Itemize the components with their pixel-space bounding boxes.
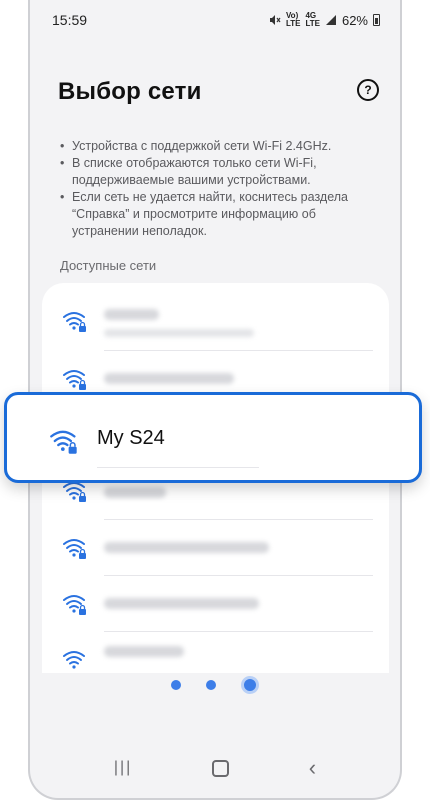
help-icon[interactable]: ? xyxy=(357,79,379,101)
volte-icon: Vo) LTE xyxy=(285,11,301,28)
network-subtitle-obscured xyxy=(104,329,254,337)
navigation-bar: ||| ‹ xyxy=(30,748,400,788)
network-name-obscured xyxy=(104,542,269,553)
battery-icon xyxy=(373,14,380,26)
recent-apps-button[interactable]: ||| xyxy=(114,759,132,777)
home-button[interactable] xyxy=(212,759,230,777)
network-item[interactable] xyxy=(42,632,389,673)
status-time: 15:59 xyxy=(52,12,88,28)
mute-icon xyxy=(269,15,281,25)
page-dot[interactable] xyxy=(206,680,216,690)
info-list: Устройства с поддержкой сети Wi-Fi 2.4GH… xyxy=(58,138,378,240)
wifi-icon xyxy=(63,651,85,669)
wifi-lock-icon xyxy=(63,539,86,559)
wifi-lock-icon xyxy=(63,595,86,615)
wifi-lock-icon xyxy=(63,370,86,390)
network-name: My S24 xyxy=(97,427,165,449)
info-item: В списке отображаются только сети Wi-Fi,… xyxy=(58,155,378,189)
signal-icon xyxy=(325,15,336,25)
wifi-lock-icon xyxy=(63,312,86,332)
page-indicator xyxy=(30,676,400,694)
lte-4g-icon: 4G LTE xyxy=(305,11,320,28)
page-dot[interactable] xyxy=(171,680,181,690)
battery-percent: 62% xyxy=(341,12,368,28)
status-bar: 15:59 Vo) LTE 4G LTE 62% xyxy=(30,0,400,40)
back-button[interactable]: ‹ xyxy=(309,755,316,781)
page-title: Выбор сети xyxy=(58,78,202,105)
section-label: Доступные сети xyxy=(60,258,157,273)
network-item[interactable] xyxy=(42,520,389,576)
info-item: Если сеть не удается найти, коснитесь ра… xyxy=(58,189,378,240)
network-item[interactable] xyxy=(42,293,389,349)
network-name-obscured xyxy=(104,646,184,657)
network-item[interactable] xyxy=(42,576,389,632)
network-name-obscured xyxy=(104,373,234,384)
status-icons: Vo) LTE 4G LTE 62% xyxy=(269,12,380,28)
divider xyxy=(97,467,259,468)
info-item: Устройства с поддержкой сети Wi-Fi 2.4GH… xyxy=(58,138,378,155)
network-name-obscured xyxy=(104,309,159,320)
highlighted-network-item[interactable]: My S24 xyxy=(4,392,422,483)
network-name-obscured xyxy=(104,598,259,609)
page-dot-active[interactable] xyxy=(241,676,259,694)
network-name-obscured xyxy=(104,487,166,498)
wifi-lock-icon xyxy=(50,430,77,454)
